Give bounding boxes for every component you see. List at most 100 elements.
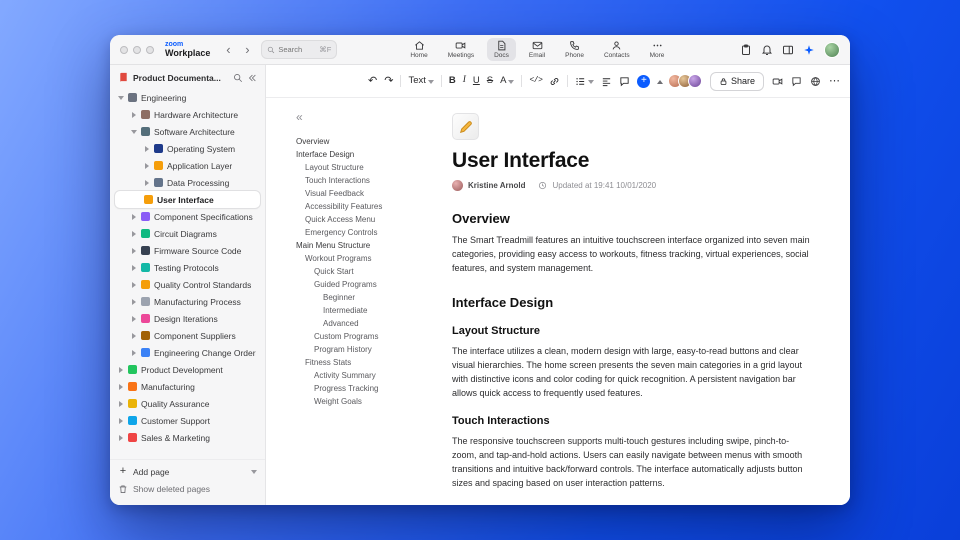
link-icon[interactable] bbox=[549, 76, 560, 87]
chevron-right-icon[interactable] bbox=[131, 247, 137, 254]
paragraph-overview[interactable]: The Smart Treadmill features an intuitiv… bbox=[452, 233, 810, 275]
panel-toggle-icon[interactable] bbox=[782, 44, 794, 56]
chevron-right-icon[interactable] bbox=[131, 111, 137, 118]
chevron-right-icon[interactable] bbox=[144, 179, 150, 186]
outline-item[interactable]: Beginner bbox=[296, 291, 428, 304]
sidebar-search-icon[interactable] bbox=[233, 73, 243, 83]
outline-item[interactable]: Workout Programs bbox=[296, 252, 428, 265]
chevron-down-icon[interactable] bbox=[131, 128, 137, 135]
tab-meetings[interactable]: Meetings bbox=[441, 38, 481, 61]
outline-item[interactable]: Touch Interactions bbox=[296, 174, 428, 187]
outline-item[interactable]: Guided Programs bbox=[296, 278, 428, 291]
collapse-toolbar-icon[interactable] bbox=[657, 78, 664, 85]
chevron-right-icon[interactable] bbox=[131, 332, 137, 339]
more-options-button[interactable]: ⋯ bbox=[829, 75, 840, 87]
sidebar-item-sales-marketing[interactable]: Sales & Marketing bbox=[115, 429, 260, 446]
nav-forward-button[interactable]: › bbox=[241, 43, 253, 56]
bold-button[interactable]: B bbox=[449, 76, 456, 86]
doc-emoji-icon[interactable] bbox=[452, 113, 479, 140]
outline-item[interactable]: Visual Feedback bbox=[296, 187, 428, 200]
comments-icon[interactable] bbox=[791, 76, 802, 87]
collapse-sidebar-icon[interactable] bbox=[247, 73, 257, 83]
doc-editor[interactable]: User Interface Kristine Arnold Updated a… bbox=[434, 98, 850, 505]
outline-item[interactable]: Custom Programs bbox=[296, 330, 428, 343]
heading-layout-structure[interactable]: Layout Structure bbox=[452, 325, 810, 337]
sidebar-item-customer-support[interactable]: Customer Support bbox=[115, 412, 260, 429]
sidebar-item-quality-control-standards[interactable]: Quality Control Standards bbox=[115, 276, 260, 293]
chevron-down-icon[interactable] bbox=[251, 468, 257, 475]
sidebar-item-application-layer[interactable]: Application Layer bbox=[115, 157, 260, 174]
sidebar-item-software-architecture[interactable]: Software Architecture bbox=[115, 123, 260, 140]
chevron-right-icon[interactable] bbox=[131, 264, 137, 271]
list-dropdown[interactable] bbox=[575, 76, 595, 87]
outline-item[interactable]: Overview bbox=[296, 135, 428, 148]
outline-item[interactable]: Program History bbox=[296, 343, 428, 356]
chevron-down-icon[interactable] bbox=[118, 94, 124, 101]
underline-button[interactable]: U bbox=[473, 76, 480, 86]
redo-button[interactable]: ↷ bbox=[384, 75, 393, 87]
sidebar-item-manufacturing-process[interactable]: Manufacturing Process bbox=[115, 293, 260, 310]
sidebar-item-data-processing[interactable]: Data Processing bbox=[115, 174, 260, 191]
text-color-button[interactable]: A bbox=[500, 76, 515, 86]
outline-item[interactable]: Fitness Stats bbox=[296, 356, 428, 369]
paragraph-layout-structure[interactable]: The interface utilizes a clean, modern d… bbox=[452, 344, 810, 400]
heading-interface-design[interactable]: Interface Design bbox=[452, 295, 810, 310]
sidebar-item-component-suppliers[interactable]: Component Suppliers bbox=[115, 327, 260, 344]
chevron-right-icon[interactable] bbox=[118, 400, 124, 407]
paragraph-touch-interactions[interactable]: The responsive touchscreen supports mult… bbox=[452, 434, 810, 490]
sidebar-item-quality-assurance[interactable]: Quality Assurance bbox=[115, 395, 260, 412]
doc-title[interactable]: User Interface bbox=[452, 149, 810, 173]
tab-docs[interactable]: Docs bbox=[487, 38, 516, 61]
chevron-right-icon[interactable] bbox=[131, 298, 137, 305]
chevron-right-icon[interactable] bbox=[118, 383, 124, 390]
sidebar-item-operating-system[interactable]: Operating System bbox=[115, 140, 260, 157]
share-button[interactable]: Share bbox=[709, 71, 764, 91]
chevron-right-icon[interactable] bbox=[144, 145, 150, 152]
tab-email[interactable]: Email bbox=[522, 38, 552, 61]
chevron-right-icon[interactable] bbox=[131, 281, 137, 288]
text-style-dropdown[interactable]: Text bbox=[408, 76, 434, 86]
outline-item[interactable]: Emergency Controls bbox=[296, 226, 428, 239]
chevron-right-icon[interactable] bbox=[118, 434, 124, 441]
sidebar-item-engineering-change-orders[interactable]: Engineering Change Orders bbox=[115, 344, 260, 361]
bell-icon[interactable] bbox=[761, 44, 773, 56]
tab-phone[interactable]: Phone bbox=[558, 38, 591, 61]
insert-block-button[interactable]: + bbox=[637, 74, 651, 88]
sidebar-item-hardware-architecture[interactable]: Hardware Architecture bbox=[115, 106, 260, 123]
ai-companion-icon[interactable] bbox=[803, 44, 815, 56]
sidebar-item-user-interface[interactable]: User Interface bbox=[115, 191, 260, 208]
start-video-icon[interactable] bbox=[772, 76, 783, 87]
maximize-button[interactable] bbox=[146, 45, 154, 54]
heading-overview[interactable]: Overview bbox=[452, 211, 810, 226]
sidebar-item-product-development[interactable]: Product Development bbox=[115, 361, 260, 378]
tab-contacts[interactable]: Contacts bbox=[597, 38, 637, 61]
show-deleted-pages-button[interactable]: Show deleted pages bbox=[118, 480, 257, 497]
sidebar-item-design-iterations[interactable]: Design Iterations bbox=[115, 310, 260, 327]
nav-back-button[interactable]: ‹ bbox=[222, 43, 234, 56]
close-button[interactable] bbox=[120, 45, 128, 54]
sidebar-item-circuit-diagrams[interactable]: Circuit Diagrams bbox=[115, 225, 260, 242]
sidebar-item-testing-protocols[interactable]: Testing Protocols bbox=[115, 259, 260, 276]
undo-button[interactable]: ↶ bbox=[368, 75, 377, 87]
code-button[interactable]: </> bbox=[529, 77, 542, 85]
outline-item[interactable]: Intermediate bbox=[296, 304, 428, 317]
outline-item[interactable]: Main Menu Structure bbox=[296, 239, 428, 252]
strikethrough-button[interactable]: S bbox=[487, 76, 493, 86]
clipboard-icon[interactable] bbox=[740, 44, 752, 56]
chevron-right-icon[interactable] bbox=[144, 162, 150, 169]
sidebar-item-component-specifications[interactable]: Component Specifications bbox=[115, 208, 260, 225]
minimize-button[interactable] bbox=[133, 45, 141, 54]
collaborator-avatar[interactable] bbox=[687, 74, 702, 88]
chevron-right-icon[interactable] bbox=[131, 230, 137, 237]
comment-icon[interactable] bbox=[619, 76, 630, 87]
outline-item[interactable]: Quick Access Menu bbox=[296, 213, 428, 226]
user-avatar[interactable] bbox=[824, 41, 840, 58]
outline-item[interactable]: Activity Summary bbox=[296, 369, 428, 382]
italic-button[interactable]: I bbox=[463, 76, 466, 86]
sidebar-item-engineering[interactable]: Engineering bbox=[115, 89, 260, 106]
global-search[interactable]: ⌘F bbox=[261, 40, 338, 59]
chevron-right-icon[interactable] bbox=[118, 366, 124, 373]
outline-item[interactable]: Interface Design bbox=[296, 148, 428, 161]
outline-item[interactable]: Advanced bbox=[296, 317, 428, 330]
sidebar-item-firmware-source-code[interactable]: Firmware Source Code bbox=[115, 242, 260, 259]
